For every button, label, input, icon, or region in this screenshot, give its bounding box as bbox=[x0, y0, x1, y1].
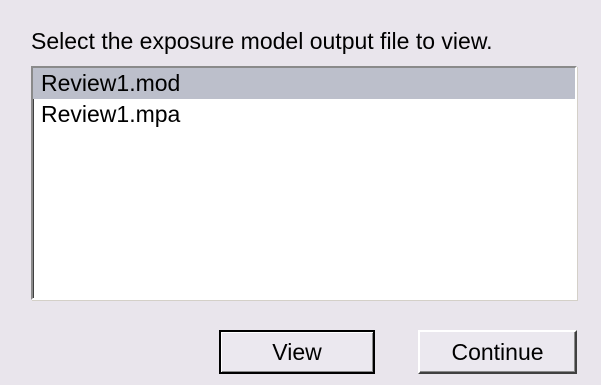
prompt-label: Select the exposure model output file to… bbox=[31, 28, 493, 54]
view-button[interactable]: View bbox=[219, 330, 375, 374]
file-listbox[interactable]: Review1.mod Review1.mpa bbox=[31, 66, 577, 300]
continue-button[interactable]: Continue bbox=[418, 330, 577, 374]
list-item-review1-mpa[interactable]: Review1.mpa bbox=[33, 99, 575, 130]
list-item-review1-mod[interactable]: Review1.mod bbox=[33, 68, 575, 99]
